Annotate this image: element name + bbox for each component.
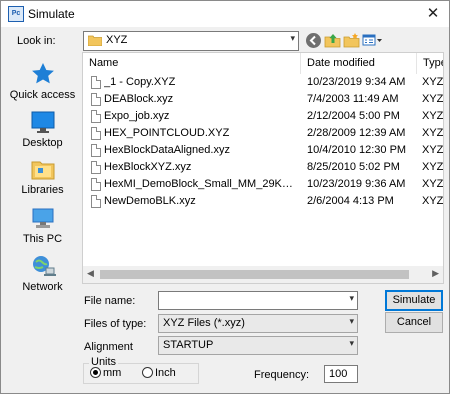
file-type: XYZfi — [422, 161, 444, 173]
chevron-down-icon: ▾ — [349, 316, 354, 326]
look-in-label: Look in: — [17, 35, 56, 47]
view-menu-icon[interactable] — [362, 32, 382, 49]
files-of-type-value: XYZ Files (*.xyz) — [163, 317, 245, 329]
file-date: 8/25/2010 5:02 PM — [307, 161, 400, 173]
close-button[interactable]: ✕ — [419, 3, 447, 25]
place-libraries[interactable]: Libraries — [6, 157, 79, 196]
column-header-name[interactable]: Name — [83, 53, 301, 74]
alignment-select[interactable]: STARTUP ▾ — [158, 336, 358, 355]
chevron-down-icon: ▾ — [349, 338, 354, 348]
place-quick-access[interactable]: Quick access — [6, 62, 79, 101]
radio-selected-dot — [93, 370, 98, 375]
horizontal-scrollbar[interactable]: ◀ ▶ — [83, 266, 443, 283]
file-date: 10/23/2019 9:36 AM — [307, 178, 406, 190]
file-name: HexMI_DemoBlock_Small_MM_29K_Aligned... — [104, 178, 298, 190]
file-row[interactable]: HexBlockDataAligned.xyz 10/4/2010 12:30 P… — [83, 142, 443, 159]
file-date: 2/6/2004 4:13 PM — [307, 195, 394, 207]
new-folder-icon[interactable] — [343, 32, 360, 49]
radio-mm-label: mm — [103, 367, 122, 379]
place-label: Libraries — [21, 184, 64, 196]
app-icon: Pc — [8, 6, 24, 22]
radio-inch-label: Inch — [155, 367, 176, 379]
desktop-icon — [30, 110, 56, 134]
file-type: XYZfi — [422, 144, 444, 156]
file-name: HexBlockXYZ.xyz — [104, 161, 192, 173]
back-icon[interactable] — [305, 32, 322, 49]
file-type: XYZfi — [422, 76, 444, 88]
file-type: XYZfi — [422, 195, 444, 207]
scroll-right-icon[interactable]: ▶ — [432, 268, 439, 279]
place-label: Desktop — [22, 137, 63, 149]
file-type: XYZfi — [422, 127, 444, 139]
file-row[interactable]: HexBlockXYZ.xyz 8/25/2010 5:02 PM XYZfi — [83, 159, 443, 176]
file-icon — [91, 161, 101, 174]
scroll-thumb[interactable] — [100, 270, 409, 279]
file-icon — [91, 144, 101, 157]
file-name-label: File name: — [84, 295, 136, 307]
file-icon — [91, 110, 101, 123]
place-desktop[interactable]: Desktop — [6, 110, 79, 149]
place-network[interactable]: Network — [6, 254, 79, 293]
radio-inch[interactable] — [142, 367, 153, 378]
star-icon — [30, 62, 56, 86]
file-row[interactable]: Expo_job.xyz 2/12/2004 5:00 PM XYZfi — [83, 108, 443, 125]
file-row[interactable]: _1 - Copy.XYZ 10/23/2019 9:34 AM XYZfi — [83, 74, 443, 91]
file-row[interactable]: NewDemoBLK.xyz 2/6/2004 4:13 PM XYZfi — [83, 193, 443, 210]
file-list: Name Date modified Type _1 - Copy.XYZ 10/… — [82, 52, 444, 284]
file-icon — [91, 178, 101, 191]
file-icon — [91, 76, 101, 89]
place-label: Network — [22, 281, 63, 293]
places-bar: Quick access Desktop Libraries This PC N… — [6, 52, 79, 293]
file-type: XYZfi — [422, 178, 444, 190]
file-date: 7/4/2003 11:49 AM — [307, 93, 399, 105]
files-of-type-label: Files of type: — [84, 318, 147, 330]
file-row[interactable]: HEX_POINTCLOUD.XYZ 2/28/2009 12:39 AM XYZf… — [83, 125, 443, 142]
file-type: XYZfi — [422, 93, 444, 105]
file-icon — [91, 127, 101, 140]
frequency-label: Frequency: — [254, 369, 310, 381]
computer-icon — [30, 206, 56, 230]
file-row[interactable]: DEABlock.xyz 7/4/2003 11:49 AM XYZfi — [83, 91, 443, 108]
file-name: HexBlockDataAligned.xyz — [104, 144, 230, 156]
file-name: Expo_job.xyz — [104, 110, 170, 122]
file-date: 10/4/2010 12:30 PM — [307, 144, 407, 156]
file-type: XYZfi — [422, 110, 444, 122]
look-in-combo[interactable]: XYZ ▾ — [83, 31, 299, 51]
files-of-type-select[interactable]: XYZ Files (*.xyz) ▾ — [158, 314, 358, 333]
chevron-down-icon: ▾ — [349, 293, 354, 303]
chevron-down-icon: ▾ — [290, 33, 295, 43]
simulate-dialog: Pc Simulate ✕ Look in: XYZ ▾ Quick acces… — [0, 0, 450, 394]
frequency-input[interactable]: 100 — [324, 365, 358, 383]
network-icon — [30, 254, 56, 278]
place-label: This PC — [22, 233, 63, 245]
file-name: _1 - Copy.XYZ — [104, 76, 176, 88]
column-header-type[interactable]: Type — [417, 53, 443, 74]
place-label: Quick access — [9, 89, 76, 101]
alignment-value: STARTUP — [163, 339, 214, 351]
folder-icon — [87, 35, 103, 47]
file-date: 10/23/2019 9:34 AM — [307, 76, 406, 88]
title-bar: Pc Simulate ✕ — [1, 1, 449, 27]
radio-mm[interactable] — [90, 367, 101, 378]
column-header-date[interactable]: Date modified — [301, 53, 417, 74]
place-this-pc[interactable]: This PC — [6, 206, 79, 245]
file-icon — [91, 93, 101, 106]
simulate-button[interactable]: Simulate — [385, 290, 443, 311]
alignment-label: Alignment — [84, 341, 133, 353]
up-folder-icon[interactable] — [324, 32, 341, 49]
scroll-left-icon[interactable]: ◀ — [87, 268, 94, 279]
cancel-button[interactable]: Cancel — [385, 312, 443, 333]
file-icon — [91, 195, 101, 208]
file-name: HEX_POINTCLOUD.XYZ — [104, 127, 230, 139]
file-name: NewDemoBLK.xyz — [104, 195, 196, 207]
libraries-icon — [30, 157, 56, 181]
look-in-value: XYZ — [106, 34, 128, 46]
window-title: Simulate — [28, 7, 75, 21]
frequency-value: 100 — [329, 368, 348, 380]
file-date: 2/28/2009 12:39 AM — [307, 127, 406, 139]
file-date: 2/12/2004 5:00 PM — [307, 110, 400, 122]
file-row[interactable]: HexMI_DemoBlock_Small_MM_29K_Aligned... 1… — [83, 176, 443, 193]
file-name: DEABlock.xyz — [104, 93, 174, 105]
file-name-input[interactable]: ▾ — [158, 291, 358, 310]
